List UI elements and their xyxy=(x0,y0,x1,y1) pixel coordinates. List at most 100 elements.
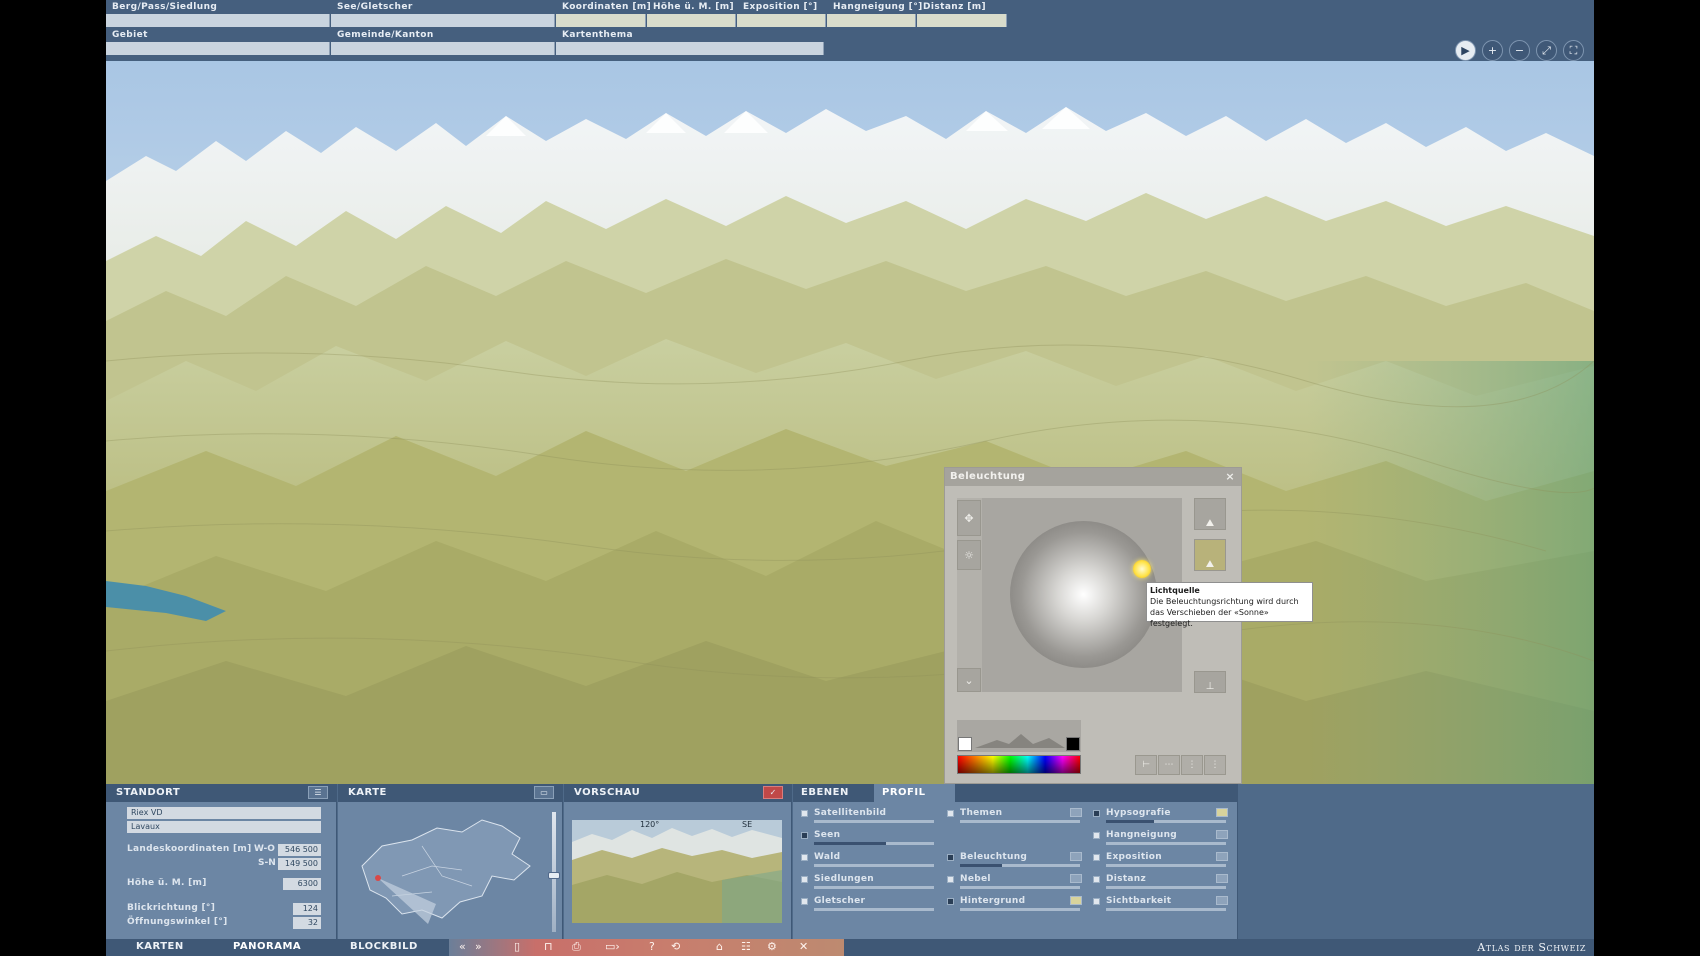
light-direction-icon[interactable]: ✥ xyxy=(957,500,981,536)
reset-icon[interactable]: ⌄ xyxy=(957,668,981,692)
layer-checkbox[interactable] xyxy=(801,832,808,839)
light-angle-icon[interactable]: ☼ xyxy=(957,540,981,570)
layer-opacity-slider[interactable] xyxy=(1106,886,1226,889)
layer-opacity-slider[interactable] xyxy=(960,886,1080,889)
layer-item: Gletscher xyxy=(801,896,941,916)
fit-view-icon[interactable]: ⤢ xyxy=(1536,40,1557,61)
layer-checkbox[interactable] xyxy=(801,854,808,861)
dialog-title: Beleuchtung xyxy=(950,471,1026,482)
checkmark-icon[interactable]: ✓ xyxy=(763,786,783,799)
layer-checkbox[interactable] xyxy=(1093,832,1100,839)
karte-title: KARTE xyxy=(348,787,387,798)
layer-options-button[interactable] xyxy=(1216,852,1228,861)
fullscreen-icon[interactable]: ⛶ xyxy=(1563,40,1584,61)
layer-options-button[interactable] xyxy=(1070,896,1082,905)
region-field[interactable]: Lavaux xyxy=(127,821,321,833)
rotate-icon[interactable]: ⟲ xyxy=(671,940,680,953)
zoom-in-icon[interactable]: + xyxy=(1482,40,1503,61)
nav-karten[interactable]: KARTEN xyxy=(136,941,184,952)
close-icon[interactable]: × xyxy=(1225,470,1235,483)
layer-opacity-slider[interactable] xyxy=(814,886,934,889)
list-icon[interactable]: ☰ xyxy=(308,786,328,799)
sn-value[interactable]: 149 500 xyxy=(278,858,321,870)
dialog-titlebar[interactable]: Beleuchtung × xyxy=(945,468,1241,486)
white-swatch[interactable] xyxy=(958,737,972,751)
preview-compass: SE xyxy=(742,820,753,829)
vorschau-title: VORSCHAU xyxy=(574,787,641,798)
aperture-value[interactable]: 32 xyxy=(293,917,321,929)
layer-checkbox[interactable] xyxy=(801,898,808,905)
tab-ebenen[interactable]: EBENEN xyxy=(793,784,874,802)
layer-options-button[interactable] xyxy=(1070,874,1082,883)
settings-icon[interactable]: ⚙ xyxy=(767,940,777,953)
layer-opacity-slider[interactable] xyxy=(960,820,1080,823)
layer-opacity-slider[interactable] xyxy=(814,864,934,867)
prev-icon[interactable]: « xyxy=(459,940,466,953)
layer-name: Hangneigung xyxy=(1106,830,1178,840)
layer-opacity-slider[interactable] xyxy=(960,908,1080,911)
layer-checkbox[interactable] xyxy=(947,898,954,905)
tab-profil[interactable]: PROFIL xyxy=(874,784,955,802)
layer-options-button[interactable] xyxy=(1216,830,1228,839)
zoom-out-icon[interactable]: − xyxy=(1509,40,1530,61)
layer-opacity-slider[interactable] xyxy=(814,908,934,911)
vorschau-panel: VORSCHAU ✓ 120° SE xyxy=(564,784,792,939)
layer-opacity-slider[interactable] xyxy=(1106,864,1226,867)
layer-checkbox[interactable] xyxy=(947,810,954,817)
zoom-slider-knob[interactable] xyxy=(548,872,560,879)
map-icon[interactable]: ▭ xyxy=(534,786,554,799)
wo-label: W-O xyxy=(254,844,275,854)
layer-checkbox[interactable] xyxy=(947,876,954,883)
layer-opacity-slider[interactable] xyxy=(814,842,934,845)
list-view-icon[interactable]: ☷ xyxy=(741,940,751,953)
layer-opacity-slider[interactable] xyxy=(814,820,934,823)
layer-opacity-slider[interactable] xyxy=(1106,908,1226,911)
home-icon[interactable]: ⌂ xyxy=(716,940,723,953)
close-app-icon[interactable]: ✕ xyxy=(799,940,808,953)
zoom-slider[interactable] xyxy=(548,812,560,932)
preview-thumbnail[interactable]: 120° SE xyxy=(572,820,782,923)
bookmark-icon[interactable]: ▯ xyxy=(514,940,520,953)
layer-options-button[interactable] xyxy=(1070,852,1082,861)
profile-shadow-icon[interactable]: ⛰ xyxy=(1194,498,1226,530)
layer-checkbox[interactable] xyxy=(1093,898,1100,905)
nav-blockbild[interactable]: BLOCKBILD xyxy=(350,941,418,952)
layer-name: Nebel xyxy=(960,874,991,884)
layer-name: Hypsografie xyxy=(1106,808,1171,818)
help-icon[interactable]: ? xyxy=(649,940,655,953)
layer-options-button[interactable] xyxy=(1216,808,1228,817)
next-icon[interactable]: » xyxy=(475,940,482,953)
align-left-icon[interactable]: ⊢ xyxy=(1135,755,1157,775)
layer-checkbox[interactable] xyxy=(1093,810,1100,817)
terrain-3d-view[interactable] xyxy=(106,61,1594,784)
layer-checkbox[interactable] xyxy=(801,876,808,883)
wo-value[interactable]: 546 500 xyxy=(278,844,321,856)
height-value[interactable]: 6300 xyxy=(283,878,321,890)
layer-options-button[interactable] xyxy=(1216,896,1228,905)
switzerland-minimap[interactable] xyxy=(342,806,542,934)
export-icon[interactable]: ▭› xyxy=(605,940,620,953)
layer-opacity-slider[interactable] xyxy=(960,864,1080,867)
layer-opacity-slider[interactable] xyxy=(1106,842,1226,845)
dots-icon[interactable]: ⋮ xyxy=(1204,755,1226,775)
color-spectrum[interactable] xyxy=(957,755,1081,774)
black-swatch[interactable] xyxy=(1066,737,1080,751)
layer-checkbox[interactable] xyxy=(1093,854,1100,861)
vertical-exaggeration-icon[interactable]: ⊥ xyxy=(1194,671,1226,693)
layer-checkbox[interactable] xyxy=(801,810,808,817)
sun-light-source-icon[interactable] xyxy=(1133,560,1151,578)
play-icon[interactable]: ▶ xyxy=(1455,40,1476,61)
dotted-icon[interactable]: ⋯ xyxy=(1158,755,1180,775)
layer-checkbox[interactable] xyxy=(1093,876,1100,883)
print-icon[interactable]: ⎙ xyxy=(572,940,581,954)
layer-options-button[interactable] xyxy=(1216,874,1228,883)
layer-checkbox[interactable] xyxy=(947,854,954,861)
layer-opacity-slider[interactable] xyxy=(1106,820,1226,823)
nav-panorama[interactable]: PANORAMA xyxy=(233,941,301,952)
place-field[interactable]: Riex VD xyxy=(127,807,321,819)
profile-light-icon[interactable]: ⛰ xyxy=(1194,539,1226,571)
brace-icon[interactable]: ⋮ xyxy=(1181,755,1203,775)
layer-options-button[interactable] xyxy=(1070,808,1082,817)
direction-value[interactable]: 124 xyxy=(293,903,321,915)
lock-icon[interactable]: ⊓ xyxy=(544,940,553,953)
